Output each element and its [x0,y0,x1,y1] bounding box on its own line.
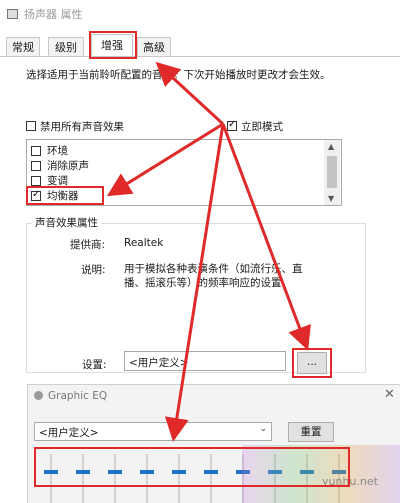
arrow-to-tab [155,61,225,126]
arrow-to-equalizer [106,122,224,197]
arrow-to-eq-window [164,123,225,442]
arrow-to-more-button [221,123,311,351]
annotation-arrows [106,61,311,442]
